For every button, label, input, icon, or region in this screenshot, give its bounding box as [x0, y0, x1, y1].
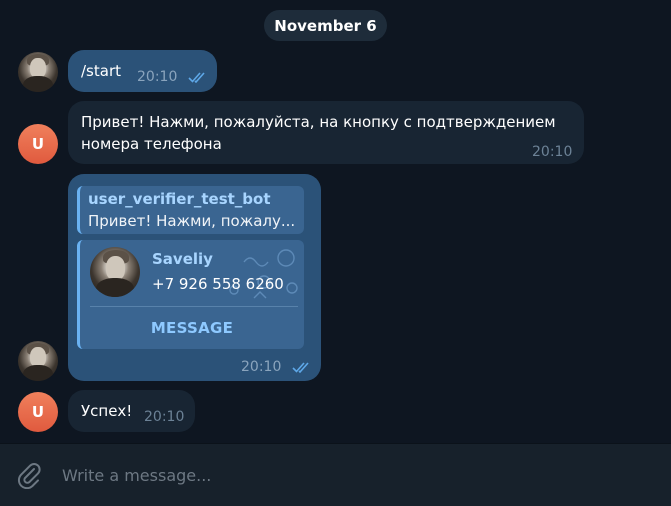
avatar-initial: U	[31, 403, 45, 421]
reply-author: user_verifier_test_bot	[88, 190, 271, 208]
message-time: 20:10	[241, 359, 282, 375]
contact-phone: +7 926 558 6260	[152, 275, 284, 293]
contact-card[interactable]: Saveliy +7 926 558 6260 MESSAGE	[77, 240, 304, 349]
reply-quote[interactable]: user_verifier_test_bot Привет! Нажми, по…	[77, 186, 304, 234]
contact-avatar	[90, 247, 140, 297]
avatar-self[interactable]	[18, 52, 58, 92]
reply-text: Привет! Нажми, пожалу...	[88, 212, 296, 230]
message-time: 20:10	[532, 144, 573, 160]
double-check-icon	[188, 72, 205, 83]
avatar-bot[interactable]: U	[18, 392, 58, 432]
message-bubble-success[interactable]: Успех! 20:10	[68, 390, 195, 432]
message-time: 20:10	[137, 69, 178, 85]
message-time: 20:10	[144, 409, 185, 425]
avatar-self[interactable]	[18, 341, 58, 381]
message-input[interactable]	[62, 460, 622, 490]
message-contact-button[interactable]: MESSAGE	[80, 307, 304, 349]
message-bubble-start[interactable]: /start 20:10	[68, 50, 217, 92]
contact-name: Saveliy	[152, 250, 213, 268]
message-text-line2: номера телефона	[81, 135, 222, 153]
message-text: /start	[81, 62, 121, 80]
message-bubble-greeting[interactable]: Привет! Нажми, пожалуйста, на кнопку с п…	[68, 101, 584, 164]
paperclip-icon[interactable]	[16, 461, 42, 489]
message-text: Успех!	[81, 402, 133, 420]
chat-area[interactable]: November 6 /start 20:10 U Привет! Нажми,…	[0, 0, 671, 443]
message-text-line1: Привет! Нажми, пожалуйста, на кнопку с п…	[81, 113, 556, 131]
message-bubble-contact[interactable]: user_verifier_test_bot Привет! Нажми, по…	[68, 174, 321, 381]
avatar-bot[interactable]: U	[18, 124, 58, 164]
date-separator: November 6	[264, 10, 387, 41]
message-composer	[0, 443, 671, 506]
avatar-initial: U	[31, 135, 45, 153]
double-check-icon	[292, 362, 309, 373]
